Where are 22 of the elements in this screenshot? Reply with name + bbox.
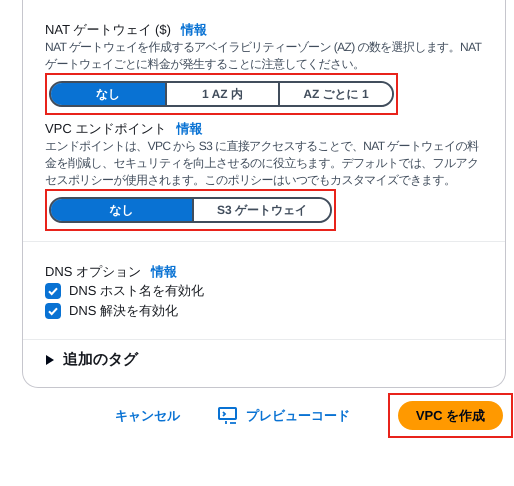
segment-option[interactable]: S3 ゲートウェイ xyxy=(192,199,330,221)
checkbox-label: DNS ホスト名を有効化 xyxy=(69,282,204,300)
screen-icon xyxy=(218,406,238,424)
segment-option[interactable]: なし xyxy=(51,199,192,221)
segment-option[interactable]: AZ ごとに 1 xyxy=(278,83,392,105)
info-link[interactable]: 情報 xyxy=(151,262,178,281)
description: エンドポイントは、VPC から S3 に直接アクセスすることで、NAT ゲートウェイの料金を削減し、セキュリティを向上させるのに役立ちます。デフォルトでは、フルアクセスポリシーが使用されます。このポリシーはいつでもカスタマイズできます。 xyxy=(45,138,480,189)
checkbox[interactable] xyxy=(45,283,61,299)
preview-code-link[interactable]: プレビューコード xyxy=(218,406,350,426)
description: NAT ゲートウェイを作成するアベイラビリティーゾーン (AZ) の数を選択します。NAT ゲートウェイごとに料金が発生することに注意してください。 xyxy=(45,39,483,73)
segment-option[interactable]: なし xyxy=(51,83,165,105)
section-title: DNS オプション xyxy=(45,263,142,281)
checkbox-label: DNS 解決を有効化 xyxy=(69,302,178,320)
section-title: NAT ゲートウェイ ($) xyxy=(45,21,171,39)
cancel-link[interactable]: キャンセル xyxy=(115,406,180,426)
section-title: VPC エンドポイント xyxy=(45,120,166,138)
info-link[interactable]: 情報 xyxy=(176,119,202,138)
checkbox[interactable] xyxy=(45,303,61,319)
info-link[interactable]: 情報 xyxy=(180,20,207,39)
expander-toggle[interactable]: 追加のタグ xyxy=(45,349,487,371)
create-vpc-button[interactable]: VPC を作成 xyxy=(398,401,503,430)
caret-right-icon xyxy=(45,354,55,366)
